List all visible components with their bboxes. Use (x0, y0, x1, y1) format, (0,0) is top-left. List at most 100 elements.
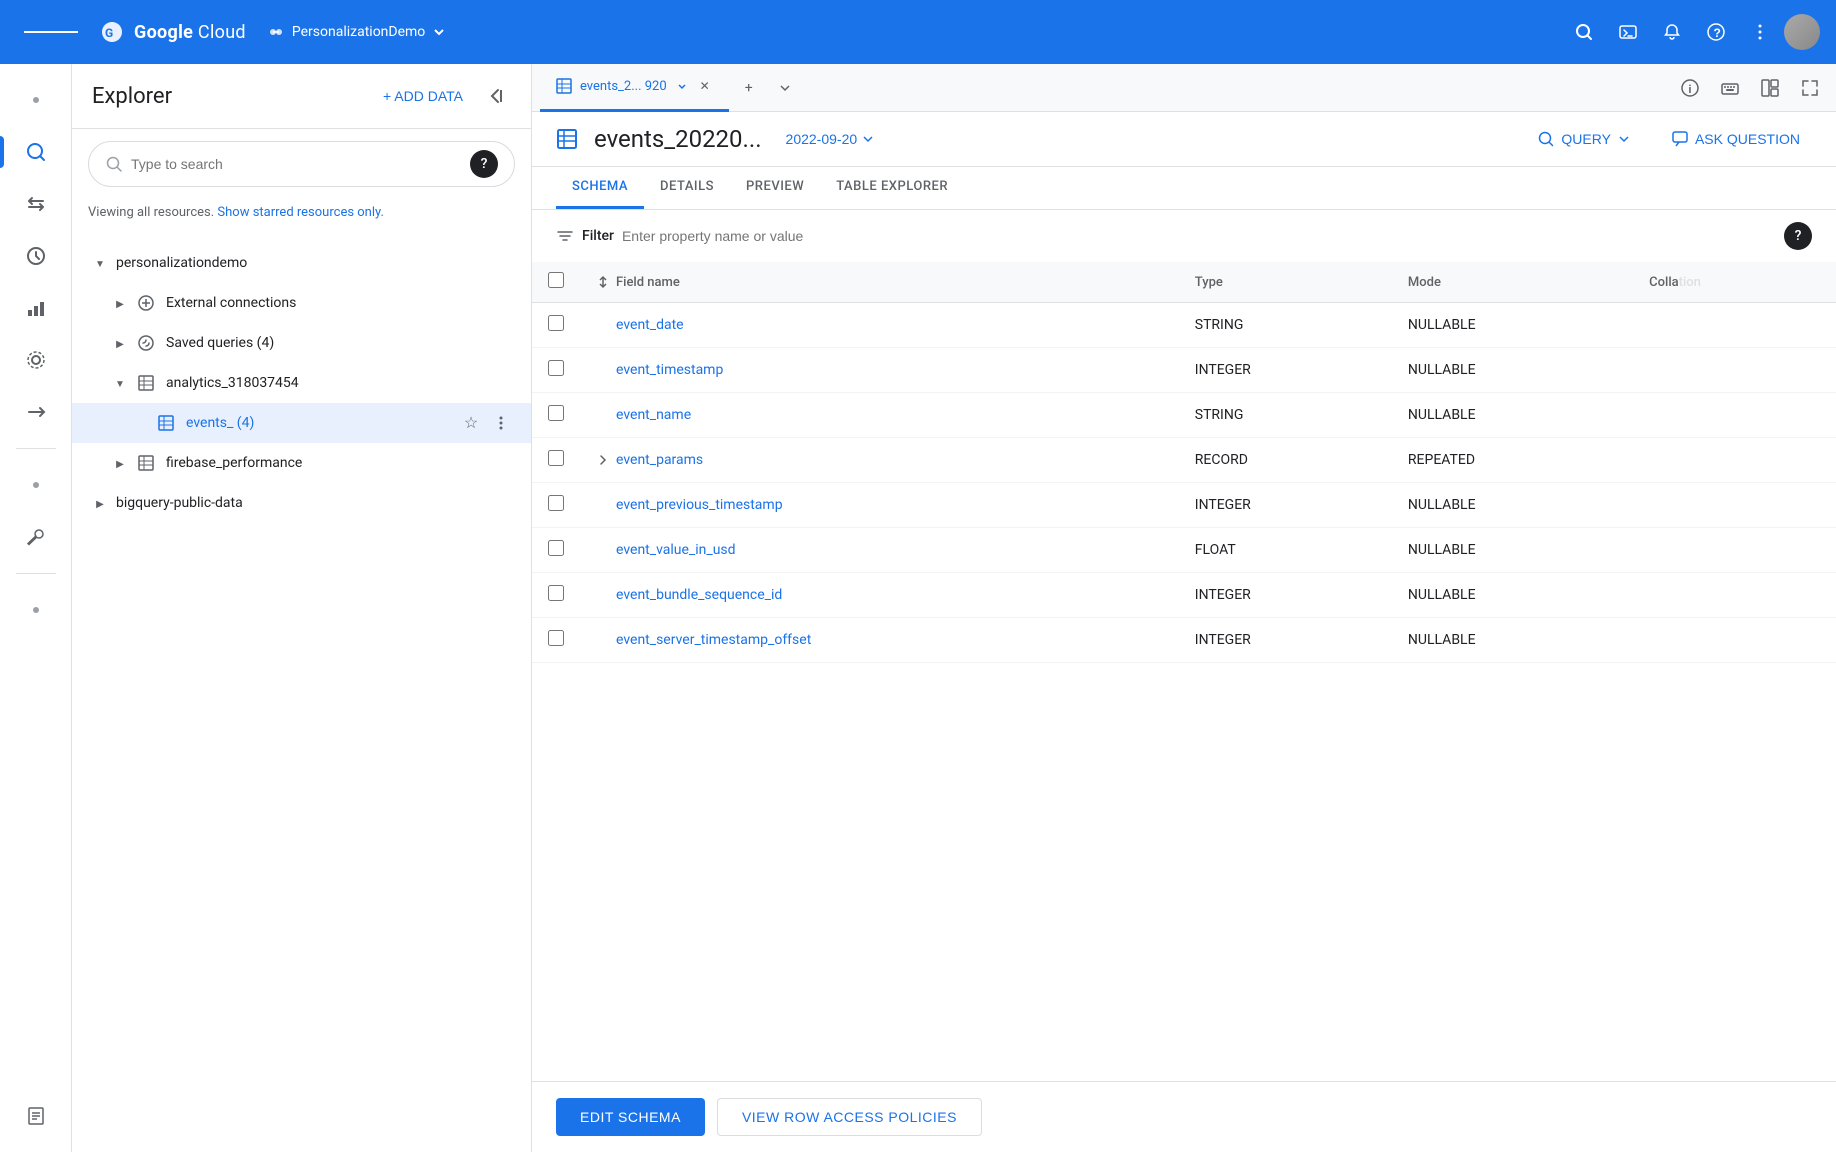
search-input[interactable] (131, 156, 462, 172)
row-checkbox-event_server_timestamp_offset[interactable] (548, 630, 564, 646)
notifications-button[interactable] (1652, 12, 1692, 52)
sidebar-item-history[interactable] (12, 232, 60, 280)
table-row: event_params RECORD REPEATED (532, 438, 1836, 483)
collapse-sidebar-button[interactable] (479, 80, 511, 112)
more-events-button[interactable] (487, 409, 515, 437)
tab-more-button[interactable] (769, 72, 801, 104)
tab-details[interactable]: DETAILS (644, 167, 730, 209)
more-personalizationdemo-button[interactable] (487, 249, 515, 277)
info-icon: i (1680, 78, 1700, 98)
star-firebase-button[interactable] (457, 449, 485, 477)
info-toolbar-button[interactable]: i (1672, 70, 1708, 106)
field-name-link-event_previous_timestamp[interactable]: event_previous_timestamp (616, 497, 783, 513)
more-firebase-button[interactable] (487, 449, 515, 477)
row-mode-cell-event_bundle_sequence_id: NULLABLE (1392, 573, 1633, 618)
more-analytics-button[interactable] (487, 369, 515, 397)
col-collation: Collation (1633, 262, 1836, 303)
field-name-link-event_value_in_usd[interactable]: event_value_in_usd (616, 542, 736, 558)
help-button[interactable]: ? (1696, 12, 1736, 52)
field-name-link-event_params[interactable]: event_params (616, 452, 703, 468)
sidebar-item-search[interactable] (12, 128, 60, 176)
row-checkbox-event_name[interactable] (548, 405, 564, 421)
star-events-button[interactable] (457, 409, 485, 437)
tree-item-events-table[interactable]: events_ (4) (72, 403, 531, 443)
project-selector[interactable]: PersonalizationDemo (266, 22, 447, 42)
row-type-cell-event_bundle_sequence_id: INTEGER (1179, 573, 1392, 618)
row-checkbox-event_timestamp[interactable] (548, 360, 564, 376)
field-name-link-event_timestamp[interactable]: event_timestamp (616, 362, 723, 378)
saved-queries-icon (136, 333, 156, 353)
row-checkbox-event_bundle_sequence_id[interactable] (548, 585, 564, 601)
terminal-button[interactable] (1608, 12, 1648, 52)
sidebar-item-pipeline[interactable] (12, 388, 60, 436)
tab-table-explorer[interactable]: TABLE EXPLORER (820, 167, 964, 209)
field-name-link-event_server_timestamp_offset[interactable]: event_server_timestamp_offset (616, 632, 811, 648)
expand-firebase[interactable] (108, 451, 132, 475)
expand-row-icon[interactable] (596, 453, 610, 467)
sidebar-item-dot1[interactable] (12, 76, 60, 124)
sidebar-item-analytics[interactable] (12, 284, 60, 332)
bell-icon (1662, 22, 1682, 42)
expand-bigquery-public[interactable] (88, 491, 112, 515)
star-bigquery-public-button[interactable] (457, 489, 485, 517)
more-bigquery-public-button[interactable] (487, 489, 515, 517)
ask-question-button[interactable]: ASK QUESTION (1659, 124, 1812, 154)
tab-schema[interactable]: SCHEMA (556, 167, 644, 209)
row-checkbox-event_date[interactable] (548, 315, 564, 331)
search-help-button[interactable]: ? (470, 150, 498, 178)
tree-item-personalizationdemo[interactable]: personalizationdemo (72, 243, 531, 283)
more-options-button[interactable] (1740, 12, 1780, 52)
layout-toolbar-button[interactable] (1752, 70, 1788, 106)
date-selector-button[interactable]: 2022-09-20 (778, 127, 884, 151)
field-name-link-event_name[interactable]: event_name (616, 407, 691, 423)
user-avatar[interactable] (1784, 14, 1820, 50)
row-checkbox-event_previous_timestamp[interactable] (548, 495, 564, 511)
sidebar-item-model[interactable] (12, 336, 60, 384)
tab-bar: events_2... 920 ✕ + i (532, 64, 1836, 112)
table-row: event_timestamp INTEGER NULLABLE (532, 348, 1836, 393)
expand-saved-queries[interactable] (108, 331, 132, 355)
tree-item-external-connections[interactable]: External connections (72, 283, 531, 323)
filter-input[interactable] (622, 228, 1776, 244)
search-nav-button[interactable] (1564, 12, 1604, 52)
row-checkbox-event_value_in_usd[interactable] (548, 540, 564, 556)
row-type-cell-event_timestamp: INTEGER (1179, 348, 1392, 393)
chevron-down-icon-2 (115, 375, 125, 391)
sort-icon[interactable] (596, 275, 610, 289)
sidebar-item-transfer[interactable] (12, 180, 60, 228)
view-access-button[interactable]: VIEW ROW ACCESS POLICIES (717, 1098, 982, 1136)
new-tab-button[interactable]: + (733, 72, 765, 104)
tree-item-firebase[interactable]: firebase_performance (72, 443, 531, 483)
tab-preview[interactable]: PREVIEW (730, 167, 820, 209)
expand-analytics-dataset[interactable] (108, 371, 132, 395)
star-analytics-button[interactable] (457, 369, 485, 397)
row-checkbox-cell (532, 348, 580, 393)
keyboard-toolbar-button[interactable] (1712, 70, 1748, 106)
expand-personalizationdemo[interactable] (88, 251, 112, 275)
field-name-link-event_date[interactable]: event_date (616, 317, 684, 333)
tab-close-button[interactable]: ✕ (697, 78, 713, 94)
collapse-icon (485, 86, 505, 106)
hamburger-menu[interactable] (16, 20, 86, 44)
tree-item-bigquery-public[interactable]: bigquery-public-data (72, 483, 531, 523)
expand-external-connections[interactable] (108, 291, 132, 315)
filter-icon (556, 227, 574, 245)
fullscreen-toolbar-button[interactable] (1792, 70, 1828, 106)
tree-item-saved-queries[interactable]: Saved queries (4) (72, 323, 531, 363)
sidebar-item-wrench[interactable] (12, 513, 60, 561)
edit-schema-button[interactable]: EDIT SCHEMA (556, 1098, 705, 1136)
star-personalizationdemo-button[interactable] (457, 249, 485, 277)
table-row: event_previous_timestamp INTEGER NULLABL… (532, 483, 1836, 528)
row-checkbox-event_params[interactable] (548, 450, 564, 466)
select-all-checkbox[interactable] (548, 272, 564, 288)
row-mode-cell-event_timestamp: NULLABLE (1392, 348, 1633, 393)
sidebar-item-docs[interactable] (12, 1092, 60, 1140)
starred-resources-link[interactable]: Show starred resources only. (217, 205, 384, 220)
filter-help-button[interactable]: ? (1784, 222, 1812, 250)
tree-item-analytics-dataset[interactable]: analytics_318037454 (72, 363, 531, 403)
field-name-link-event_bundle_sequence_id[interactable]: event_bundle_sequence_id (616, 587, 782, 603)
google-cloud-logo[interactable]: G Google Cloud (98, 18, 246, 46)
query-button[interactable]: QUERY (1525, 124, 1643, 154)
tab-events-table[interactable]: events_2... 920 ✕ (540, 64, 729, 112)
add-data-button[interactable]: + ADD DATA (375, 82, 471, 110)
